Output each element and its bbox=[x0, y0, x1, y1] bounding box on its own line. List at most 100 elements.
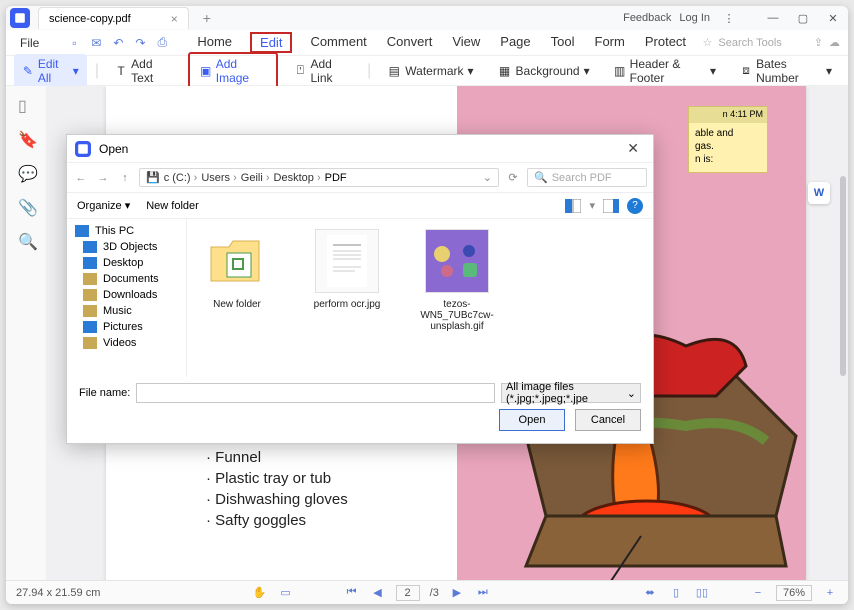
chevron-down-icon[interactable]: ▾ bbox=[589, 199, 595, 212]
sticky-note[interactable]: n 4:11 PM able and gas. n is: bbox=[688, 106, 768, 173]
path-breadcrumb[interactable]: 💾 c (C:) Users Geili Desktop PDF ⌄ bbox=[139, 168, 499, 187]
nav-this-pc[interactable]: This PC bbox=[67, 223, 186, 239]
zoom-level[interactable]: 76% bbox=[776, 585, 812, 601]
watermark-button[interactable]: ▤ Watermark▾ bbox=[379, 61, 481, 81]
close-button[interactable]: ✕ bbox=[822, 9, 844, 27]
mail-icon[interactable]: ✉ bbox=[87, 34, 105, 52]
tab-form[interactable]: Form bbox=[593, 32, 627, 53]
background-button[interactable]: ▦ Background▾ bbox=[490, 61, 598, 81]
app-icon bbox=[10, 8, 30, 28]
chevron-down-icon[interactable]: ⌄ bbox=[483, 171, 492, 184]
zoom-in-icon[interactable]: + bbox=[822, 585, 838, 601]
tab-view[interactable]: View bbox=[450, 32, 482, 53]
nav-3d-objects[interactable]: 3D Objects bbox=[67, 239, 186, 255]
more-icon[interactable]: ⋮ bbox=[718, 9, 740, 27]
file-item-gif[interactable]: tezos-WN5_7UBc7cw-unsplash.gif bbox=[417, 229, 497, 332]
tab-home[interactable]: Home bbox=[195, 32, 234, 53]
folder-tree[interactable]: This PC 3D Objects Desktop Documents Dow… bbox=[67, 219, 187, 377]
maximize-button[interactable]: ▢ bbox=[792, 9, 814, 27]
dialog-search-input[interactable]: 🔍 Search PDF bbox=[527, 168, 647, 187]
add-link-button[interactable]: ⍞ Add Link bbox=[286, 54, 359, 88]
dialog-close-button[interactable]: ✕ bbox=[621, 140, 645, 157]
file-menu[interactable]: File bbox=[14, 34, 45, 52]
organize-menu[interactable]: Organize ▾ bbox=[77, 199, 130, 212]
print-icon[interactable]: ⎙ bbox=[153, 34, 171, 52]
nav-videos[interactable]: Videos bbox=[67, 335, 186, 351]
nav-downloads[interactable]: Downloads bbox=[67, 287, 186, 303]
crumb[interactable]: PDF bbox=[325, 172, 347, 184]
attachment-icon[interactable]: 📎 bbox=[18, 198, 34, 214]
preview-pane-icon[interactable] bbox=[603, 199, 619, 213]
star-icon[interactable]: ☆ bbox=[703, 36, 713, 49]
save-icon[interactable]: ▫ bbox=[65, 34, 83, 52]
help-icon[interactable]: ? bbox=[627, 198, 643, 214]
nav-forward-icon[interactable]: → bbox=[95, 172, 111, 184]
next-page-icon[interactable]: ▶ bbox=[449, 585, 465, 601]
thumbnails-icon[interactable]: ▯ bbox=[18, 96, 34, 112]
crumb[interactable]: Desktop bbox=[274, 172, 321, 184]
filename-input[interactable] bbox=[136, 383, 495, 403]
tab-page[interactable]: Page bbox=[498, 32, 532, 53]
nav-up-icon[interactable]: ↑ bbox=[117, 172, 133, 184]
link-icon: ⍞ bbox=[294, 64, 306, 78]
tab-edit[interactable]: Edit bbox=[250, 32, 292, 53]
chevron-down-icon: ▾ bbox=[584, 64, 590, 78]
fit-width-icon[interactable]: ⬌ bbox=[642, 585, 658, 601]
cloud-icon[interactable]: ☁ bbox=[829, 36, 840, 49]
search-tools[interactable]: Search Tools bbox=[718, 37, 781, 49]
tab-tool[interactable]: Tool bbox=[549, 32, 577, 53]
fit-page-icon[interactable]: ▯ bbox=[668, 585, 684, 601]
redo-icon[interactable]: ↷ bbox=[131, 34, 149, 52]
word-export-badge[interactable]: W bbox=[808, 182, 830, 204]
nav-pictures[interactable]: Pictures bbox=[67, 319, 186, 335]
hand-tool-icon[interactable]: ✋ bbox=[252, 585, 268, 601]
view-mode-icon[interactable] bbox=[565, 199, 581, 213]
add-text-button[interactable]: T Add Text bbox=[107, 54, 180, 88]
header-footer-button[interactable]: ▥ Header & Footer▾ bbox=[606, 54, 724, 88]
nav-back-icon[interactable]: ← bbox=[73, 172, 89, 184]
chevron-down-icon: ⌄ bbox=[627, 387, 636, 400]
feedback-link[interactable]: Feedback bbox=[623, 12, 671, 24]
file-item-folder[interactable]: New folder bbox=[197, 229, 277, 310]
two-page-icon[interactable]: ▯▯ bbox=[694, 585, 710, 601]
first-page-icon[interactable]: ⏮ bbox=[344, 585, 360, 601]
nav-music[interactable]: Music bbox=[67, 303, 186, 319]
add-image-button[interactable]: ▣ Add Image bbox=[188, 52, 279, 90]
zoom-out-icon[interactable]: − bbox=[750, 585, 766, 601]
comment-panel-icon[interactable]: 💬 bbox=[18, 164, 34, 180]
open-button[interactable]: Open bbox=[499, 409, 565, 431]
nav-desktop[interactable]: Desktop bbox=[67, 255, 186, 271]
chevron-down-icon: ▾ bbox=[710, 64, 716, 78]
bookmark-icon[interactable]: 🔖 bbox=[18, 130, 34, 146]
tab-comment[interactable]: Comment bbox=[308, 32, 368, 53]
statusbar: 27.94 x 21.59 cm ✋ ▭ ⏮ ◀ 2 /3 ▶ ⏭ ⬌ ▯ ▯▯… bbox=[6, 580, 848, 604]
crumb[interactable]: c (C:) bbox=[164, 172, 198, 184]
tab-protect[interactable]: Protect bbox=[643, 32, 688, 53]
nav-documents[interactable]: Documents bbox=[67, 271, 186, 287]
tab-add-button[interactable]: + bbox=[197, 10, 217, 26]
document-tab[interactable]: science-copy.pdf × bbox=[38, 7, 189, 29]
crumb[interactable]: Geili bbox=[241, 172, 270, 184]
total-pages: /3 bbox=[430, 587, 439, 599]
filetype-filter[interactable]: All image files (*.jpg;*.jpeg;*.jpe⌄ bbox=[501, 383, 641, 403]
tab-close-icon[interactable]: × bbox=[171, 12, 178, 26]
prev-page-icon[interactable]: ◀ bbox=[370, 585, 386, 601]
newfolder-button[interactable]: New folder bbox=[146, 200, 199, 212]
minimize-button[interactable]: — bbox=[762, 9, 784, 27]
edit-all-button[interactable]: ✎ Edit All ▾ bbox=[14, 54, 87, 88]
share-icon[interactable]: ⇪ bbox=[814, 36, 823, 49]
select-tool-icon[interactable]: ▭ bbox=[278, 585, 294, 601]
cancel-button[interactable]: Cancel bbox=[575, 409, 641, 431]
tab-convert[interactable]: Convert bbox=[385, 32, 435, 53]
bates-number-button[interactable]: ⧈ Bates Number▾ bbox=[732, 54, 840, 88]
refresh-icon[interactable]: ⟳ bbox=[505, 171, 521, 184]
search-panel-icon[interactable]: 🔍 bbox=[18, 232, 34, 248]
file-item-jpg[interactable]: perform ocr.jpg bbox=[307, 229, 387, 310]
last-page-icon[interactable]: ⏭ bbox=[475, 585, 491, 601]
login-link[interactable]: Log In bbox=[679, 12, 710, 24]
filename-label: File name: bbox=[79, 387, 130, 399]
scrollbar[interactable] bbox=[840, 176, 846, 376]
crumb[interactable]: Users bbox=[201, 172, 236, 184]
current-page[interactable]: 2 bbox=[396, 585, 420, 601]
undo-icon[interactable]: ↶ bbox=[109, 34, 127, 52]
